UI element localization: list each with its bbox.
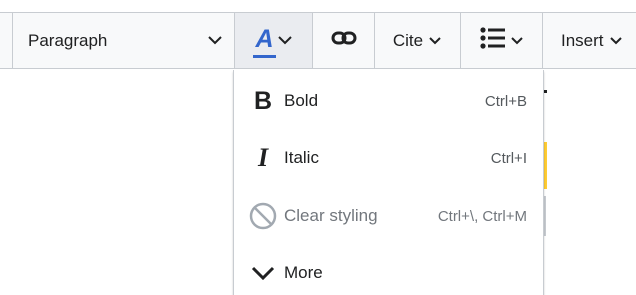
editor-window: Paragraph A Cite Insert B Bold Ctrl+B I …	[0, 0, 636, 295]
chevron-down-icon	[428, 34, 442, 48]
insert-label: Insert	[561, 30, 604, 50]
menu-item-label: Clear styling	[284, 206, 378, 225]
chevron-down-icon	[248, 258, 278, 288]
menu-item-italic[interactable]: I Italic Ctrl+I	[234, 133, 543, 183]
chevron-down-icon	[510, 34, 524, 48]
chevron-down-icon	[277, 34, 292, 48]
menu-item-more[interactable]: More	[234, 248, 543, 295]
list-dropdown[interactable]	[461, 13, 543, 68]
menu-item-bold[interactable]: B Bold Ctrl+B	[234, 76, 543, 126]
link-button[interactable]	[313, 13, 375, 68]
cite-label: Cite	[392, 30, 424, 50]
insert-dropdown[interactable]: Insert	[543, 13, 636, 68]
text-style-glyph: A	[255, 24, 274, 53]
text-style-underline	[253, 54, 276, 58]
clear-styling-icon	[248, 201, 278, 231]
menu-item-label: More	[284, 263, 323, 282]
paragraph-format-label: Paragraph	[28, 30, 108, 50]
menu-item-shortcut: Ctrl+\, Ctrl+M	[437, 207, 527, 225]
chevron-down-icon	[208, 34, 222, 48]
cite-dropdown[interactable]: Cite	[375, 13, 461, 68]
menu-item-label: Italic	[284, 148, 319, 167]
text-style-button[interactable]: A	[235, 13, 313, 68]
bold-icon: B	[248, 86, 278, 116]
link-icon	[331, 30, 357, 51]
menu-item-shortcut: Ctrl+I	[490, 149, 527, 167]
menu-item-shortcut: Ctrl+B	[484, 92, 527, 110]
italic-glyph: I	[257, 143, 269, 172]
italic-icon: I	[248, 143, 278, 173]
text-style-menu: B Bold Ctrl+B I Italic Ctrl+I Clear styl…	[233, 70, 544, 295]
editor-text-fragment	[544, 90, 547, 93]
menu-item-clear-styling[interactable]: Clear styling Ctrl+\, Ctrl+M	[234, 191, 543, 241]
bullet-list-icon	[479, 27, 506, 54]
chevron-down-icon	[609, 34, 623, 48]
menu-item-label: Bold	[284, 91, 319, 110]
paragraph-format-dropdown[interactable]: Paragraph	[13, 13, 235, 68]
top-margin	[0, 0, 636, 12]
text-style-icon: A	[253, 24, 276, 58]
bold-glyph: B	[253, 86, 273, 115]
